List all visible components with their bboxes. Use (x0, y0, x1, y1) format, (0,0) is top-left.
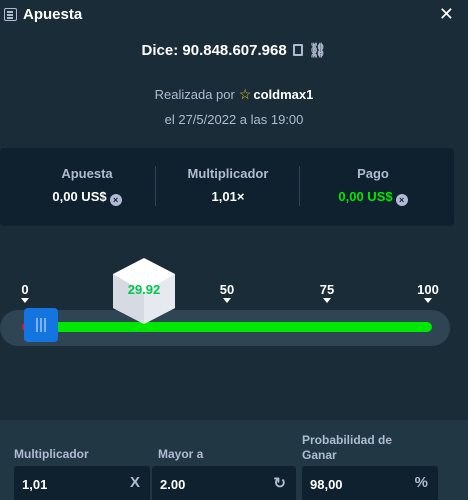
summary-bet-label: Apuesta (61, 166, 113, 181)
win-chance-label-line2: Ganar (302, 448, 337, 462)
tick-mark (424, 298, 432, 303)
summary-payout-label: Pago (357, 166, 389, 181)
win-chance-value: 98,00 (310, 477, 343, 492)
roll-over-field-group: Mayor a (158, 447, 203, 462)
list-icon (4, 8, 17, 21)
username-link[interactable]: coldmax1 (253, 87, 313, 102)
modal-header: Apuesta ✕ (0, 0, 468, 30)
link-icon[interactable]: ⛓ (309, 42, 327, 59)
summary-payout: Pago 0,00 US$ × (318, 166, 428, 206)
divider (155, 166, 156, 206)
tick-label: 75 (319, 282, 335, 297)
bet-id: Dice: 90.848.607.968 (141, 42, 287, 59)
star-icon: ☆ (238, 86, 252, 102)
win-chance-label-line1: Probabilidad de (302, 433, 393, 447)
roll-over-input[interactable]: 2.00 ↻ (152, 466, 296, 500)
bet-date: el 27/5/2022 a las 19:00 (164, 112, 304, 127)
bet-summary: Apuesta 0,00 US$ × Multiplicador 1,01× Pa… (0, 148, 454, 226)
win-chance-suffix: % (414, 474, 428, 491)
roll-over-label: Mayor a (158, 447, 204, 461)
tick-label: 100 (417, 282, 439, 297)
tick-mark (323, 298, 331, 303)
summary-bet-value: 0,00 US$ (52, 189, 107, 204)
divider (299, 166, 300, 206)
win-range (24, 322, 432, 332)
copy-icon[interactable] (292, 44, 303, 56)
placed-by: Realizada por ☆ coldmax1 (0, 86, 468, 103)
summary-multiplier: Multiplicador 1,01× (170, 166, 286, 204)
multiplier-label: Multiplicador (14, 447, 89, 461)
win-chance-input[interactable]: 98,00 % (302, 466, 438, 500)
win-chance-field-group: Probabilidad de Ganar (302, 433, 392, 463)
summary-payout-value: 0,00 US$ (338, 189, 393, 204)
tick-mark (21, 298, 29, 303)
multiplier-suffix: X (129, 474, 140, 491)
multiplier-value: 1,01 (22, 477, 48, 492)
swap-icon[interactable]: ↻ (273, 474, 286, 492)
currency-icon: × (109, 194, 122, 206)
dice-slider: 0 50 75 100 29.92 (0, 250, 468, 360)
roll-over-value: 2.00 (160, 477, 186, 492)
tick-label: 0 (21, 282, 29, 297)
bet-id-row: Dice: 90.848.607.968 ⛓ (0, 42, 468, 59)
multiplier-input[interactable]: 1,01 X (14, 466, 150, 500)
modal-title: Apuesta (23, 6, 83, 23)
summary-multiplier-label: Multiplicador (187, 166, 269, 181)
placed-by-label: Realizada por (154, 87, 235, 102)
roll-result: 29.92 (127, 282, 161, 297)
multiplier-field-group: Multiplicador (14, 447, 89, 462)
tick-mark (223, 298, 231, 303)
close-icon[interactable]: ✕ (439, 4, 454, 25)
summary-bet: Apuesta 0,00 US$ × (32, 166, 142, 206)
currency-icon: × (395, 194, 408, 206)
summary-multiplier-value: 1,01× (211, 189, 245, 204)
slider-handle[interactable] (24, 308, 58, 342)
tick-label: 50 (219, 282, 235, 297)
